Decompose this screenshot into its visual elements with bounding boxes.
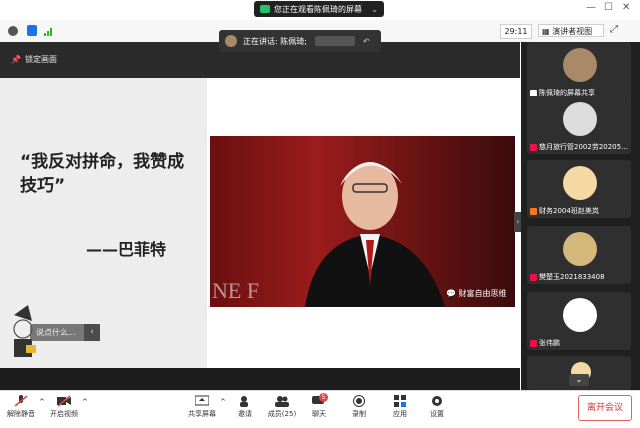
chat-badge: 5 (319, 393, 328, 402)
shield-icon[interactable] (27, 25, 37, 36)
close-icon[interactable]: ✕ (622, 2, 630, 13)
participant-name: 财务2004班赵美岚 (530, 206, 630, 216)
meeting-timer: 29:11 (500, 24, 532, 39)
wechat-icon: 💬 (446, 289, 456, 298)
settings-button[interactable]: 设置 (426, 395, 448, 419)
speaker-label: 正在讲话: 陈佩琦; (243, 36, 307, 46)
chevron-left-icon[interactable]: ‹ (84, 324, 100, 341)
portrait-illustration: NE F (212, 162, 445, 307)
chevron-down-icon[interactable]: ⌄ (371, 5, 378, 14)
back-icon[interactable]: ↶ (363, 37, 370, 46)
mic-off-icon (14, 395, 28, 407)
scroll-down-icon[interactable]: ⌄ (569, 374, 589, 386)
view-label: 演讲者视图 (552, 27, 593, 36)
participant-tile[interactable]: 张伟鹏 (527, 292, 631, 350)
invite-button[interactable]: 邀请 (234, 395, 256, 419)
mic-muted-icon (530, 143, 537, 151)
chevron-up-icon[interactable]: ^ (39, 398, 45, 406)
participant-tile[interactable]: 陈佩琦的屏幕共享 (527, 42, 631, 100)
leave-meeting-button[interactable]: 离开会议 (578, 395, 632, 421)
pin-icon: 📌 (11, 54, 21, 64)
participant-tile[interactable]: 财务2004班赵美岚 (527, 160, 631, 218)
record-button[interactable]: 录制 (348, 395, 370, 419)
chevron-up-icon[interactable]: ^ (82, 398, 88, 406)
active-speaker-pill: 正在讲话: 陈佩琦; ↶ (219, 30, 381, 52)
participant-name: 慈月旅行管2002劳20205... (530, 142, 630, 152)
maximize-icon[interactable]: ☐ (604, 2, 613, 13)
fullscreen-icon[interactable]: ⤢ (610, 24, 618, 35)
members-button[interactable]: 成员(25) (266, 395, 298, 419)
participant-tile[interactable]: 樊楚玉2021833408 (527, 226, 631, 284)
chat-placeholder: 说点什么... (36, 328, 76, 337)
participant-tile[interactable]: 慈月旅行管2002劳20205... (527, 96, 631, 154)
speaker-thumbnail (314, 36, 355, 46)
speaker-view-button[interactable]: ▦ 演讲者视图 (538, 24, 604, 37)
avatar (563, 166, 597, 200)
members-icon (275, 395, 289, 407)
apps-icon (393, 395, 407, 407)
grid-icon: ▦ (542, 27, 553, 36)
participant-name: 樊楚玉2021833408 (530, 272, 630, 282)
camera-off-icon (57, 395, 71, 407)
lock-view-label: 锁定画面 (24, 54, 57, 64)
speaker-avatar (225, 35, 237, 47)
avatar (563, 102, 597, 136)
mic-muted-icon (530, 339, 537, 347)
share-screen-button[interactable]: 共享屏幕 (186, 395, 218, 419)
record-icon (352, 395, 366, 407)
slide-author: ——巴菲特 (86, 240, 167, 259)
chevron-up-icon[interactable]: ^ (220, 398, 226, 406)
participant-name: 张伟鹏 (530, 338, 630, 348)
lock-view-button[interactable]: 📌 锁定画面 (5, 50, 71, 68)
info-icon[interactable] (8, 26, 18, 36)
watermark-text: 财富自由思维 (458, 289, 507, 298)
screen-share-banner[interactable]: 您正在观看陈佩琦的屏幕 ⌄ (254, 1, 384, 17)
signal-icon[interactable] (44, 26, 54, 36)
avatar (563, 232, 597, 266)
user-icon (530, 207, 537, 215)
photo-watermark: 💬 财富自由思维 (446, 288, 507, 299)
slide-photo: NE F (210, 136, 515, 307)
avatar (563, 48, 597, 82)
invite-icon (238, 395, 252, 407)
banner-text: 您正在观看陈佩琦的屏幕 (274, 4, 362, 14)
share-screen-icon (194, 395, 210, 407)
minimize-icon[interactable]: — (586, 2, 596, 13)
share-indicator-icon (260, 5, 270, 13)
slide-quote: “我反对拼命，我赞成技巧” (20, 152, 185, 196)
backdrop-letters: NE F (212, 278, 259, 303)
gear-icon (430, 395, 444, 407)
apps-button[interactable]: 应用 (389, 395, 411, 419)
unmute-button[interactable]: 解除静音 (6, 395, 36, 419)
avatar (563, 298, 597, 332)
start-video-button[interactable]: 开启视频 (48, 395, 80, 419)
mic-muted-icon (530, 273, 537, 281)
